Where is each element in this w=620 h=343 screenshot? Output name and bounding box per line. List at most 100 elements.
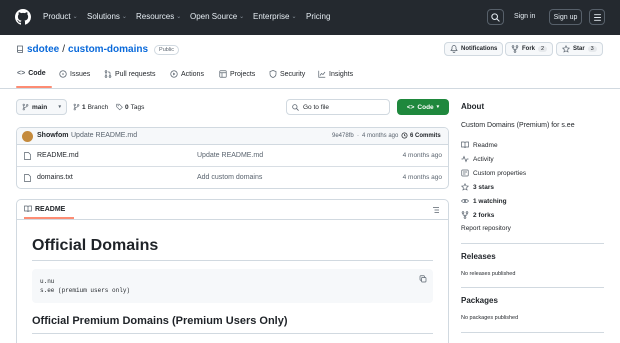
nav-enterprise-label: Enterprise <box>253 12 290 21</box>
code-dropdown-button[interactable]: <> Code ▾ <box>397 99 449 115</box>
sidebar-item-stars[interactable]: 3 stars <box>461 183 494 191</box>
nav-open-source-label: Open Source <box>190 12 238 21</box>
sidebar-item-activity[interactable]: Activity <box>461 155 494 163</box>
file-commit-message[interactable]: Update README.md <box>197 152 263 159</box>
code-block: u.nu s.ee (premium users only) <box>32 269 433 303</box>
file-name[interactable]: README.md <box>37 152 79 159</box>
star-button[interactable]: Star 3 <box>556 42 603 56</box>
tab-code[interactable]: <> Code <box>17 70 46 77</box>
fork-icon <box>511 45 519 53</box>
tags-link[interactable]: 0 Tags <box>116 103 144 111</box>
book-icon <box>461 141 469 149</box>
tab-actions[interactable]: Actions <box>170 70 204 78</box>
code-button-label: Code <box>417 103 434 111</box>
outline-icon[interactable] <box>432 206 440 214</box>
eye-icon <box>461 199 469 203</box>
nav-solutions[interactable]: Solutions ⌄ <box>87 12 127 21</box>
branch-label: Branch <box>87 103 109 111</box>
bell-icon <box>450 45 458 53</box>
tab-security[interactable]: Security <box>269 70 305 78</box>
file-icon <box>24 174 31 182</box>
fork-icon <box>461 211 469 219</box>
packages-empty-text: No packages published <box>461 315 519 321</box>
repo-icon <box>17 45 23 53</box>
file-commit-message[interactable]: Add custom domains <box>197 174 262 181</box>
tags-label: Tags <box>130 103 145 111</box>
chevron-down-icon: ⌄ <box>176 14 182 20</box>
star-icon <box>562 45 570 53</box>
repo-name-link[interactable]: custom-domains <box>68 44 148 55</box>
go-to-file-placeholder: Go to file <box>303 103 330 111</box>
nav-product-label: Product <box>43 12 71 21</box>
chevron-down-icon: ⌄ <box>72 14 78 20</box>
tags-count: 0 <box>125 103 129 111</box>
shield-icon <box>269 70 277 78</box>
caret-down-icon: ▾ <box>58 104 61 110</box>
github-logo-icon[interactable] <box>15 9 31 25</box>
sidebar-item-label: Readme <box>473 141 498 149</box>
sign-up-button[interactable]: Sign up <box>549 9 582 25</box>
pull-request-icon <box>104 70 112 78</box>
about-heading: About <box>461 102 485 111</box>
nav-enterprise[interactable]: Enterprise ⌄ <box>253 12 297 21</box>
notifications-label: Notifications <box>461 46 498 52</box>
sidebar-divider <box>461 243 604 244</box>
tab-projects[interactable]: Projects <box>219 70 255 78</box>
table-row[interactable]: domains.txt Add custom domains 4 months … <box>17 167 448 188</box>
sidebar-item-readme[interactable]: Readme <box>461 141 498 149</box>
tab-issues[interactable]: Issues <box>59 70 90 78</box>
tab-insights[interactable]: Insights <box>318 70 353 78</box>
nav-resources[interactable]: Resources ⌄ <box>136 12 181 21</box>
avatar[interactable] <box>22 131 33 142</box>
code-line: s.ee (premium users only) <box>40 287 131 294</box>
readme-tab-indicator <box>24 217 74 219</box>
hamburger-icon <box>593 13 601 21</box>
file-icon <box>24 152 31 160</box>
file-name[interactable]: domains.txt <box>37 174 73 181</box>
graph-icon <box>318 70 326 78</box>
file-commit-time: 4 months ago <box>402 174 442 181</box>
sign-in-link[interactable]: Sign in <box>514 13 535 20</box>
note-icon <box>461 169 469 177</box>
branches-link[interactable]: 1 Branch <box>73 103 108 111</box>
nav-product[interactable]: Product ⌄ <box>43 12 78 21</box>
commit-hash[interactable]: 9e478fb <box>332 133 354 139</box>
copy-icon[interactable] <box>419 275 427 283</box>
notifications-button[interactable]: Notifications <box>444 42 504 56</box>
branch-select[interactable]: main ▾ <box>16 99 67 115</box>
go-to-file-input[interactable]: Go to file <box>286 99 390 115</box>
search-button[interactable] <box>487 9 504 25</box>
commits-link[interactable]: 6 Commits <box>401 132 441 139</box>
tab-projects-label: Projects <box>230 70 256 78</box>
repo-owner-link[interactable]: sdotee <box>27 44 59 55</box>
search-icon <box>292 103 299 111</box>
sidebar-item-label: Custom properties <box>473 169 527 177</box>
table-icon <box>219 70 227 78</box>
sidebar-item-custom-properties[interactable]: Custom properties <box>461 169 526 177</box>
nav-open-source[interactable]: Open Source ⌄ <box>190 12 244 21</box>
book-icon <box>24 205 32 213</box>
visibility-badge: Public <box>154 44 180 55</box>
tag-icon <box>116 103 123 111</box>
star-label: Star <box>573 46 585 52</box>
packages-heading[interactable]: Packages <box>461 296 498 305</box>
fork-count: 2 <box>538 46 548 52</box>
releases-empty-text: No releases published <box>461 271 516 277</box>
menu-button[interactable] <box>589 9 605 25</box>
releases-heading[interactable]: Releases <box>461 252 496 261</box>
fork-button[interactable]: Fork 2 <box>505 42 554 56</box>
sidebar-item-watching[interactable]: 1 watching <box>461 197 507 205</box>
sidebar-item-forks[interactable]: 2 forks <box>461 211 494 219</box>
nav-pricing[interactable]: Pricing <box>306 12 330 21</box>
table-row[interactable]: README.md Update README.md 4 months ago <box>17 145 448 167</box>
commit-author[interactable]: Showfom <box>37 132 69 139</box>
sidebar-item-label: 1 watching <box>473 197 507 205</box>
report-repository-link[interactable]: Report repository <box>461 225 511 232</box>
tab-pull-requests[interactable]: Pull requests <box>104 70 155 78</box>
readme-heading-1: Official Domains <box>32 237 159 254</box>
commit-message[interactable]: Update README.md <box>71 132 137 139</box>
code-icon: <> <box>17 70 26 77</box>
readme-tab-label: README <box>35 205 66 213</box>
branch-count: 1 <box>82 103 86 111</box>
readme-tab[interactable]: README <box>24 205 65 213</box>
